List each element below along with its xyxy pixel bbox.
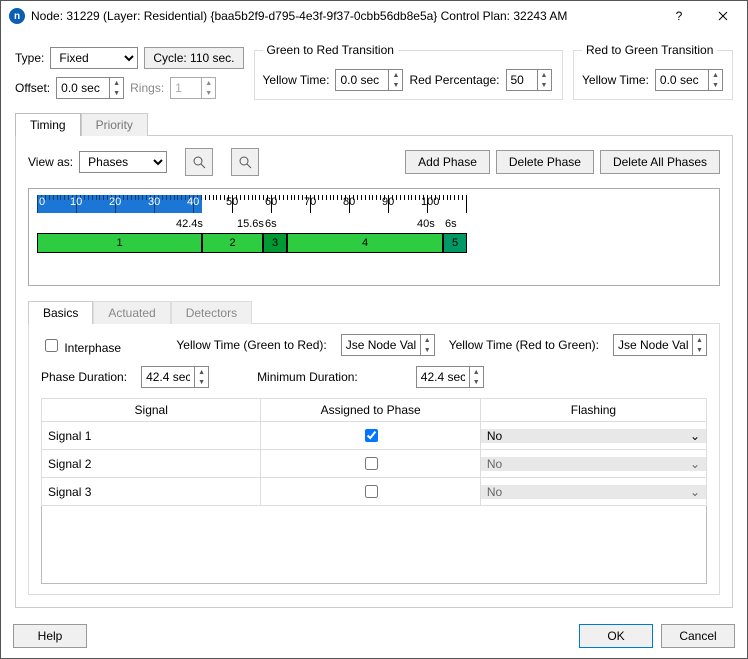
g2r-yellow-label: Yellow Time: — [263, 73, 330, 87]
flashing-select: No⌄ — [481, 457, 706, 471]
type-select[interactable]: Fixed — [50, 47, 138, 69]
yt-gr-label: Yellow Time (Green to Red): — [176, 338, 326, 352]
r2g-legend: Red to Green Transition — [582, 43, 717, 57]
delete-phase-button[interactable]: Delete Phase — [496, 150, 594, 174]
cancel-button[interactable]: Cancel — [661, 624, 735, 648]
col-assigned: Assigned to Phase — [261, 399, 480, 422]
phase-segment[interactable]: 5 — [443, 233, 467, 253]
rings-input — [171, 78, 201, 98]
yt-rg-input[interactable] — [614, 335, 692, 355]
signal-name-cell: Signal 3 — [42, 478, 261, 506]
phase-duration-label: 6s — [265, 218, 277, 230]
subtab-basics[interactable]: Basics — [28, 301, 93, 324]
titlebar: n Node: 31229 (Layer: Residential) {baa5… — [1, 1, 747, 31]
delete-all-phases-button[interactable]: Delete All Phases — [600, 150, 720, 174]
signal-name-cell: Signal 2 — [42, 450, 261, 478]
green-to-red-group: Green to Red Transition Yellow Time: ▲▼ … — [254, 43, 563, 100]
yt-gr-spinner[interactable]: ▲▼ — [341, 334, 435, 356]
offset-input[interactable] — [57, 78, 109, 98]
min-duration-input[interactable] — [417, 367, 469, 387]
col-signal: Signal — [42, 399, 261, 422]
add-phase-button[interactable]: Add Phase — [405, 150, 490, 174]
phase-duration-label: 15.6s — [237, 218, 264, 230]
g2r-redpct-input[interactable] — [507, 70, 537, 90]
offset-spinner[interactable]: ▲▼ — [56, 77, 124, 99]
interphase-checkbox-label[interactable]: Interphase — [41, 336, 121, 355]
yt-rg-spinner[interactable]: ▲▼ — [613, 334, 707, 356]
help-titlebar-button[interactable]: ? — [657, 1, 701, 31]
table-row[interactable]: Signal 2 No⌄ — [42, 450, 707, 478]
interphase-checkbox[interactable] — [45, 339, 58, 352]
viewas-label: View as: — [28, 155, 73, 169]
window-title: Node: 31229 (Layer: Residential) {baa5b2… — [31, 9, 657, 23]
chevron-down-icon: ⌄ — [690, 457, 700, 471]
g2r-yellow-input[interactable] — [336, 70, 388, 90]
phase-segment[interactable]: 3 — [263, 233, 287, 253]
chevron-down-icon: ⌄ — [690, 429, 700, 443]
min-duration-spinner[interactable]: ▲▼ — [416, 366, 484, 388]
zoom-out-button[interactable] — [231, 148, 259, 176]
flashing-select: No⌄ — [481, 485, 706, 499]
rings-spinner: ▲▼ — [170, 77, 216, 99]
interphase-text: Interphase — [64, 341, 121, 355]
rings-label: Rings: — [130, 81, 164, 95]
phase-segment[interactable]: 1 — [37, 233, 202, 253]
g2r-yellow-spinner[interactable]: ▲▼ — [335, 69, 403, 91]
g2r-redpct-spinner[interactable]: ▲▼ — [506, 69, 552, 91]
subtab-detectors[interactable]: Detectors — [171, 301, 252, 324]
assigned-checkbox[interactable] — [365, 429, 378, 442]
g2r-legend: Green to Red Transition — [263, 43, 398, 57]
close-button[interactable] — [701, 1, 745, 31]
app-icon: n — [9, 8, 25, 24]
phase-segment[interactable]: 4 — [287, 233, 443, 253]
help-button[interactable]: Help — [13, 624, 87, 648]
subtab-actuated[interactable]: Actuated — [93, 301, 170, 324]
min-duration-label: Minimum Duration: — [257, 370, 358, 384]
table-row[interactable]: Signal 1 No⌄ — [42, 422, 707, 450]
magnifier-icon — [192, 155, 206, 169]
flashing-select[interactable]: No⌄ — [481, 429, 706, 443]
phase-duration-label: Phase Duration: — [41, 370, 127, 384]
signal-name-cell: Signal 1 — [42, 422, 261, 450]
phase-bar[interactable]: 142.4s215.6s36s440s56s — [37, 233, 711, 269]
r2g-yellow-label: Yellow Time: — [582, 73, 649, 87]
phase-duration-input[interactable] — [142, 367, 194, 387]
red-to-green-group: Red to Green Transition Yellow Time: ▲▼ — [573, 43, 733, 100]
type-label: Type: — [15, 51, 44, 65]
timeline: 1020304050607080901000 142.4s215.6s36s44… — [28, 188, 720, 286]
tab-priority[interactable]: Priority — [81, 113, 148, 136]
magnifier-icon — [238, 155, 252, 169]
chevron-down-icon: ⌄ — [690, 485, 700, 499]
r2g-yellow-spinner[interactable]: ▲▼ — [655, 69, 723, 91]
assigned-checkbox[interactable] — [365, 457, 378, 470]
timeline-ruler[interactable]: 1020304050607080901000 — [37, 195, 711, 213]
signal-table: Signal Assigned to Phase Flashing Signal… — [41, 398, 707, 506]
phase-duration-spinner[interactable]: ▲▼ — [141, 366, 209, 388]
yt-gr-input[interactable] — [342, 335, 420, 355]
phase-duration-label: 42.4s — [176, 218, 203, 230]
zoom-in-button[interactable] — [185, 148, 213, 176]
col-flashing: Flashing — [480, 399, 706, 422]
cycle-button[interactable]: Cycle: 110 sec. — [144, 47, 243, 69]
phase-duration-label: 6s — [445, 218, 457, 230]
ok-button[interactable]: OK — [579, 624, 653, 648]
viewas-select[interactable]: Phases — [79, 151, 167, 173]
assigned-checkbox[interactable] — [365, 485, 378, 498]
yt-rg-label: Yellow Time (Red to Green): — [449, 338, 599, 352]
r2g-yellow-input[interactable] — [656, 70, 708, 90]
phase-duration-label: 40s — [417, 218, 435, 230]
tab-timing[interactable]: Timing — [15, 113, 81, 136]
offset-label: Offset: — [15, 81, 50, 95]
phase-segment[interactable]: 2 — [202, 233, 263, 253]
g2r-redpct-label: Red Percentage: — [409, 73, 499, 87]
table-row[interactable]: Signal 3 No⌄ — [42, 478, 707, 506]
